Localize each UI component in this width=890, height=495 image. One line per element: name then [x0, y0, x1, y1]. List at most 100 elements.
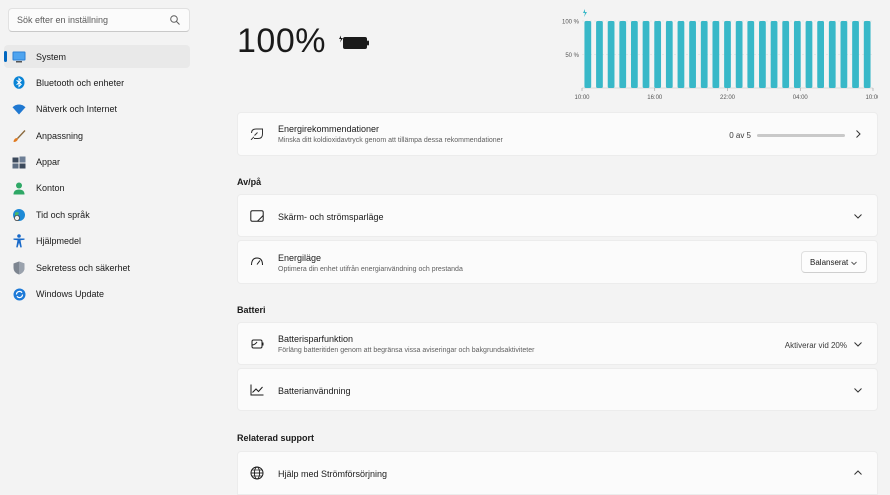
chart-bar — [852, 21, 859, 88]
globe-icon — [250, 466, 264, 480]
recommendations-progress-text: 0 av 5 — [729, 131, 751, 140]
chart-bar — [700, 21, 708, 88]
brush-icon — [12, 129, 26, 143]
sidebar-nav: System Bluetooth och enheter Nätverk och… — [4, 45, 190, 309]
chart-bar — [828, 21, 836, 88]
section-heading-onoff: Av/på — [237, 177, 262, 187]
section-heading-battery: Batteri — [237, 305, 266, 315]
chart-bar — [735, 21, 743, 88]
chart-y-tick-label: 50 % — [565, 53, 579, 59]
battery-level-chart: 100 % 50 % 10:00 16:00 22:00 04:00 10:00 — [562, 9, 878, 101]
chevron-down-icon[interactable] — [853, 339, 863, 349]
chart-bar — [759, 21, 766, 88]
sidebar-item-privacy[interactable]: Sekretess och säkerhet — [4, 256, 190, 279]
accessibility-icon — [12, 234, 26, 248]
globe-clock-icon — [12, 208, 26, 222]
sidebar: Sök efter en inställning System Bluetoot… — [0, 0, 198, 495]
sidebar-item-network[interactable]: Nätverk och Internet — [4, 98, 190, 121]
chart-bar — [817, 21, 824, 88]
sidebar-item-apps[interactable]: Appar — [4, 151, 190, 174]
chart-bar — [677, 21, 685, 88]
chart-bar — [607, 21, 615, 88]
chevron-down-icon[interactable] — [853, 211, 863, 221]
sidebar-item-label: Sekretess och säkerhet — [36, 262, 131, 273]
sidebar-item-system[interactable]: System — [4, 45, 190, 68]
chart-bar — [596, 21, 603, 88]
chart-x-tick-label: 10:00 — [865, 95, 878, 101]
power-mode-dropdown[interactable]: Balanserat — [801, 251, 867, 273]
chart-bar — [712, 21, 720, 88]
sidebar-item-label: Tid och språk — [36, 209, 90, 220]
power-mode-icon — [250, 255, 264, 269]
chart-x-tick-label: 22:00 — [720, 95, 736, 101]
monitor-icon — [12, 50, 26, 64]
chart-bar — [665, 21, 673, 88]
energy-recommendations-title: Energirekommendationer — [278, 124, 380, 134]
chart-bar — [619, 21, 627, 88]
sidebar-item-windows-update[interactable]: Windows Update — [4, 283, 190, 306]
chevron-down-icon[interactable] — [853, 385, 863, 395]
sidebar-item-label: Bluetooth och enheter — [36, 77, 125, 88]
battery-saver-card[interactable]: Batterisparfunktion Förläng batteritiden… — [237, 322, 878, 365]
battery-saver-status: Aktiverar vid 20% — [784, 341, 847, 350]
sidebar-item-label: Anpassning — [36, 130, 84, 141]
chart-bar — [840, 21, 848, 88]
chart-bar — [782, 21, 790, 88]
chart-x-tick-label: 16:00 — [647, 95, 663, 101]
search-placeholder: Sök efter en inställning — [17, 15, 109, 25]
chart-y-tick-label: 100 % — [562, 20, 580, 26]
chart-bar — [793, 21, 801, 88]
chart-bar — [770, 21, 778, 88]
screen-sleep-card[interactable]: Skärm- och strömsparläge — [237, 194, 878, 237]
recommendations-progress-bar — [757, 134, 845, 137]
search-icon — [170, 15, 180, 25]
chevron-up-icon[interactable] — [853, 468, 863, 478]
battery-saver-icon — [250, 337, 264, 351]
sidebar-item-accounts[interactable]: Konton — [4, 177, 190, 200]
chart-bar — [863, 21, 871, 88]
sidebar-item-label: Hjälpmedel — [36, 236, 82, 247]
chart-x-tick-label: 04:00 — [793, 95, 809, 101]
chart-charging-icon — [583, 9, 587, 17]
help-power-card[interactable]: Hjälp med Strömförsörjning — [237, 451, 878, 495]
power-mode-selected: Balanserat — [810, 258, 849, 267]
bluetooth-icon — [12, 76, 26, 90]
main-content: 100% 100 %50 %10:0016:0022:0004:0010:00 … — [237, 0, 878, 495]
battery-icon — [339, 35, 369, 49]
battery-saver-subtitle: Förläng batteritiden genom att begränsa … — [278, 347, 535, 354]
battery-usage-card[interactable]: Batterianvändning — [237, 368, 878, 411]
chart-bar — [689, 21, 696, 88]
battery-percent: 100% — [237, 22, 326, 60]
section-heading-related-support: Relaterad support — [237, 433, 315, 443]
search-input[interactable]: Sök efter en inställning — [8, 8, 190, 32]
power-mode-subtitle: Optimera din enhet utifrån energianvändn… — [278, 266, 463, 273]
chart-x-tick-label: 10:00 — [574, 95, 590, 101]
update-icon — [12, 287, 26, 301]
usage-graph-icon — [250, 383, 264, 397]
chart-bar — [584, 21, 592, 88]
battery-saver-title: Batterisparfunktion — [278, 334, 354, 344]
chart-bar — [642, 21, 650, 88]
help-power-title: Hjälp med Strömförsörjning — [278, 469, 388, 479]
shield-icon — [12, 261, 26, 275]
power-mode-card: Energiläge Optimera din enhet utifrån en… — [237, 240, 878, 284]
sidebar-item-accessibility[interactable]: Hjälpmedel — [4, 230, 190, 253]
sidebar-item-label: Windows Update — [36, 289, 105, 300]
energy-recommendations-subtitle: Minska ditt koldioxidavtryck genom att t… — [278, 137, 503, 144]
sidebar-item-bluetooth[interactable]: Bluetooth och enheter — [4, 71, 190, 94]
chart-bar — [631, 21, 638, 88]
screen-sleep-title: Skärm- och strömsparläge — [278, 212, 384, 222]
sidebar-item-label: System — [36, 51, 67, 62]
chevron-right-icon[interactable] — [853, 129, 863, 139]
chart-bar — [654, 21, 662, 88]
sidebar-item-personalization[interactable]: Anpassning — [4, 124, 190, 147]
sidebar-item-time-language[interactable]: Tid och språk — [4, 203, 190, 226]
sidebar-item-label: Nätverk och Internet — [36, 104, 118, 115]
wifi-icon — [12, 102, 26, 116]
battery-usage-title: Batterianvändning — [278, 386, 351, 396]
energy-recommendations-card[interactable]: Energirekommendationer Minska ditt koldi… — [237, 112, 878, 156]
person-icon — [12, 181, 26, 195]
leaf-recommendation-icon — [250, 127, 264, 141]
sidebar-item-label: Konton — [36, 183, 65, 194]
sidebar-item-label: Appar — [36, 157, 61, 168]
